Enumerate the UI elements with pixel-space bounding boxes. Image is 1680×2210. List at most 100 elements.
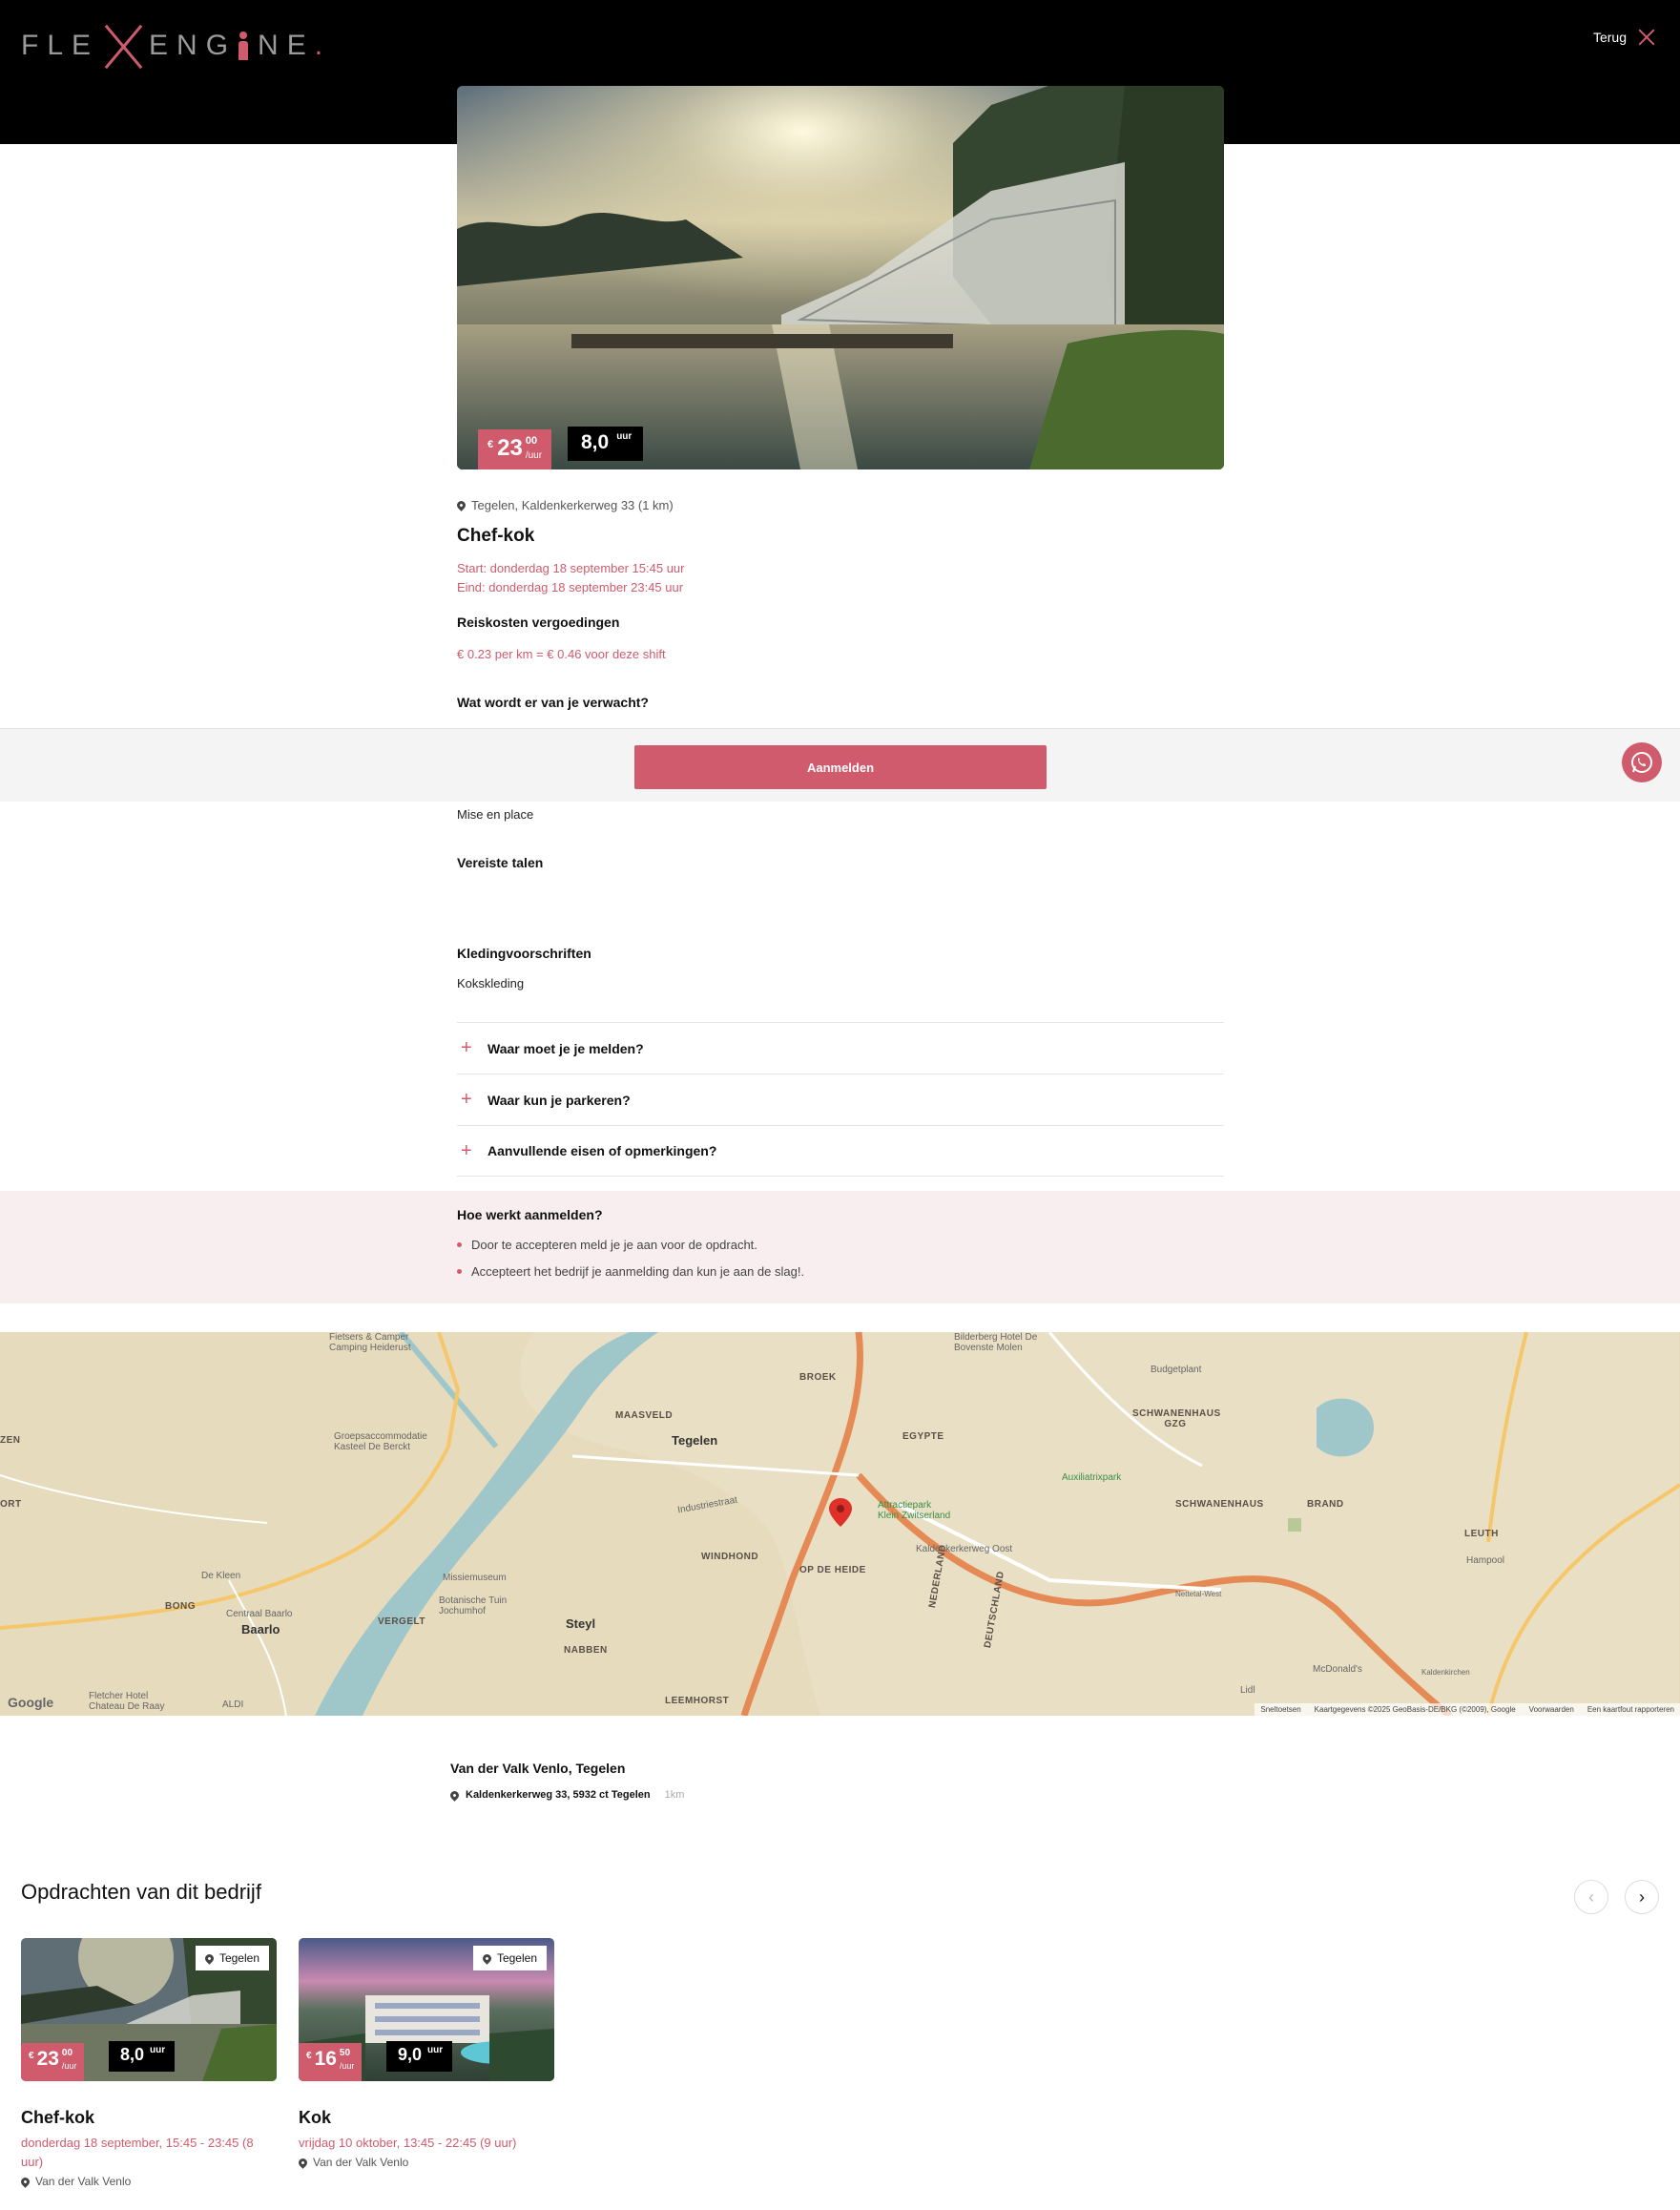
map-label: ZEN [0,1435,21,1446]
page: FLE ENG NE . Terug € 23 00 /uur 8,0 uur … [0,0,1680,2210]
accordion-label: Aanvullende eisen of opmerkingen? [487,1143,717,1158]
price-whole: 23 [497,435,523,461]
chevron-left-icon: ‹ [1588,1887,1594,1907]
price-suffix: 00 /uur [526,435,542,461]
map[interactable]: BROEK MAASVELD Tegelen EGYPTE SCHWANENHA… [0,1332,1680,1716]
card-company-name: Van der Valk Venlo [313,2156,409,2169]
dress-heading: Kledingvoorschriften [457,946,591,961]
carousel-next-button[interactable]: › [1625,1880,1659,1914]
map-label: BRAND [1307,1499,1344,1510]
card-price-unit: /uur [61,2061,77,2071]
map-report-link[interactable]: Een kaartfout rapporteren [1587,1705,1674,1714]
expectation-text: Mise en place [457,807,534,822]
card-price-currency: € [29,2051,34,2061]
accordion-requirements[interactable]: + Aanvullende eisen of opmerkingen? [457,1125,1224,1177]
card-price-unit: /uur [339,2061,355,2071]
map-data-credit: Kaartgegevens ©2025 GeoBasis-DE/BKG (©20… [1314,1705,1516,1714]
card-hours-badge: 8,0 uur [109,2041,176,2072]
map-shortcuts-link[interactable]: Sneltoetsen [1260,1705,1300,1714]
travel-text: € 0.23 per km = € 0.46 voor deze shift [457,647,666,661]
card-price-whole: 23 [36,2048,59,2070]
map-poi[interactable]: Lidl [1240,1685,1255,1696]
map-label: EGYPTE [902,1431,944,1442]
location-pin-icon [455,499,467,511]
map-poi[interactable]: Auxiliatrixpark [1062,1472,1121,1483]
card-date: donderdag 18 september, 15:45 - 23:45 (8… [21,2136,254,2169]
map-poi[interactable]: De Kleen [201,1571,240,1581]
card-price-badge: € 23 00 /uur [21,2043,85,2081]
plus-icon: + [461,1089,472,1110]
whatsapp-button[interactable] [1622,742,1662,782]
apply-bar: Aanmelden [0,728,1680,802]
dress-text: Kokskleding [457,976,525,990]
back-label: Terug [1592,30,1627,45]
job-card[interactable]: Tegelen € 16 50 /uur 9,0 uur Kok vrijdag… [297,1938,554,2169]
whatsapp-icon [1631,752,1652,773]
card-hours-unit: uur [427,2045,444,2055]
job-card[interactable]: Tegelen € 23 00 /uur 8,0 uur Chef-kok do… [19,1938,277,2188]
job-location: Tegelen, Kaldenkerkerweg 33 (1 km) [455,498,674,512]
card-hours-value: 9,0 [398,2045,423,2064]
hours-badge: 8,0 uur [568,427,644,461]
map-poi: Kaldenkirchen [1421,1668,1470,1677]
apply-button[interactable]: Aanmelden [634,745,1047,789]
card-price-whole: 16 [314,2048,337,2070]
card-title: Kok [299,2108,332,2127]
location-pin-icon [19,2175,31,2188]
map-poi[interactable]: Botanische Tuin Jochumhof [439,1595,520,1616]
map-town: Steyl [566,1616,596,1631]
map-label: NABBEN [564,1645,608,1656]
card-company: Van der Valk Venlo [297,2156,409,2169]
map-label: Hampool [1466,1555,1505,1566]
card-price-suffix: 50 /uur [340,2048,355,2071]
price-unit: /uur [525,450,543,461]
card-company: Van der Valk Venlo [19,2175,132,2188]
accordion-label: Waar kun je parkeren? [487,1092,631,1108]
map-poi[interactable]: Bilderberg Hotel De Bovenste Molen [954,1332,1049,1353]
hero-image: € 23 00 /uur 8,0 uur [457,86,1224,469]
venue-address: Kaldenkerkerweg 33, 5932 ct Tegelen 1km [448,1788,685,1802]
location-pin-icon [481,1951,493,1965]
venue-address-text: Kaldenkerkerweg 33, 5932 ct Tegelen [466,1789,651,1801]
map-label: WINDHOND [701,1552,759,1562]
map-poi[interactable]: Centraal Baarlo [226,1609,292,1619]
logo-text-tail: NE [258,30,315,61]
location-pin-icon [448,1788,461,1802]
carousel-prev-button[interactable]: ‹ [1574,1880,1608,1914]
map-poi[interactable]: Fietsers & Camper Camping Heiderust [329,1332,434,1353]
flexengine-logo[interactable]: FLE ENG NE . [21,23,331,69]
map-poi[interactable]: McDonald's [1313,1664,1362,1675]
price-currency: € [487,439,494,450]
venue-name: Van der Valk Venlo, Tegelen [450,1761,626,1776]
map-terms-link[interactable]: Voorwaarden [1529,1705,1574,1714]
map-poi[interactable]: Fletcher Hotel Chateau De Raay [89,1691,175,1712]
map-poi[interactable]: Attractiepark Klein Zwitserland [878,1500,954,1521]
map-poi[interactable]: ALDI [222,1699,243,1710]
map-label: LEEMHORST [665,1696,730,1706]
chevron-right-icon: › [1639,1887,1645,1907]
travel-heading: Reiskosten vergoedingen [457,615,620,630]
map-label: SCHWANENHAUS GZG [1132,1408,1221,1429]
map-label: VERGELT [378,1616,425,1627]
map-poi[interactable]: Budgetplant [1151,1365,1201,1375]
how-it-works: Hoe werkt aanmelden? Door te accepteren … [0,1191,1680,1303]
back-button[interactable]: Terug [1593,29,1655,46]
location-pin-icon [297,2156,309,2169]
venue-distance: 1km [664,1789,685,1801]
logo-text-left: FLE [21,30,100,61]
card-city: Tegelen [218,1951,259,1965]
card-location-tag: Tegelen [195,1946,269,1970]
card-price-cents: 00 [61,2048,73,2058]
job-card-image: Tegelen € 23 00 /uur 8,0 uur [21,1938,277,2081]
accordion-parking[interactable]: + Waar kun je parkeren? [457,1074,1224,1125]
how-heading: Hoe werkt aanmelden? [457,1207,603,1222]
hero-photo [457,86,1224,469]
map-poi[interactable]: Kaldenkerkerweg Oost [916,1544,1012,1554]
card-company-name: Van der Valk Venlo [35,2175,132,2188]
map-poi[interactable]: Groepsaccommodatie Kasteel De Berckt [334,1431,448,1452]
map-poi[interactable]: Missiemuseum [443,1573,507,1583]
job-location-text: Tegelen, Kaldenkerkerweg 33 (1 km) [471,498,674,512]
card-location-tag: Tegelen [472,1946,547,1970]
accordion-label: Waar moet je je melden? [487,1040,644,1056]
accordion-report-location[interactable]: + Waar moet je je melden? [457,1022,1224,1074]
